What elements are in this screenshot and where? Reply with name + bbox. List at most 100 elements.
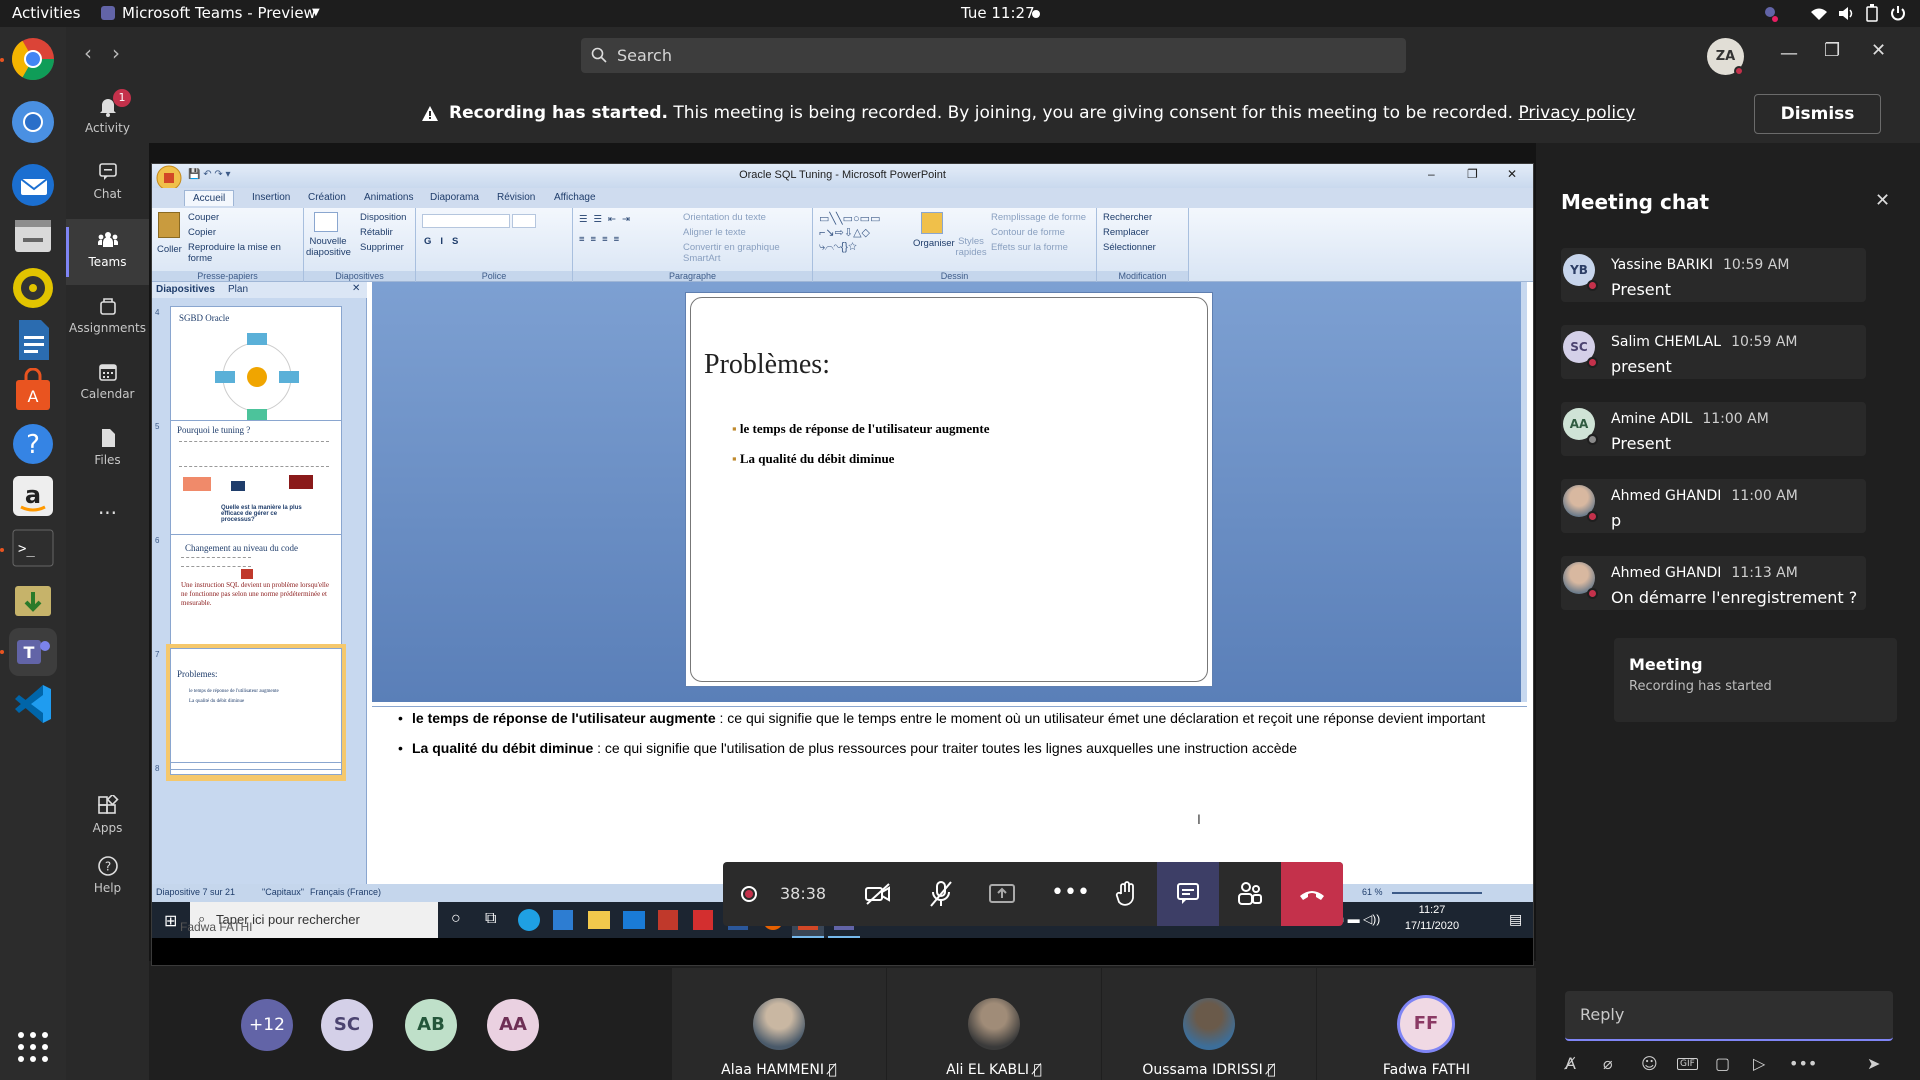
cut-button[interactable]: Couper <box>188 212 219 223</box>
zoom-level[interactable]: 61 % <box>1362 887 1383 897</box>
reset-button[interactable]: Rétablir <box>360 227 393 238</box>
scrollbar[interactable] <box>1521 282 1527 702</box>
minimize-icon[interactable]: — <box>1780 43 1798 64</box>
participants-button[interactable] <box>1219 862 1281 926</box>
libreoffice-writer-icon[interactable] <box>9 316 57 364</box>
meet-now-icon[interactable]: ▷ <box>1753 1054 1765 1073</box>
chat-message[interactable]: SC Salim CHEMLAL 10:59 AM present <box>1561 325 1866 379</box>
share-button[interactable] <box>971 862 1033 926</box>
tab-revision[interactable]: Révision <box>497 192 535 203</box>
rail-item-files[interactable]: Files <box>66 417 149 483</box>
restore-icon[interactable]: ❐ <box>1467 167 1478 181</box>
task-view-icon[interactable]: ⧉ <box>485 910 496 928</box>
archive-icon[interactable] <box>9 576 57 624</box>
format-painter-button[interactable]: Reproduire la mise en forme <box>188 242 303 264</box>
arrange-button[interactable]: Organiser <box>913 238 955 249</box>
rail-item-chat[interactable]: Chat <box>66 151 149 217</box>
chromium-icon[interactable] <box>9 98 57 146</box>
notes-pane[interactable]: • le temps de réponse de l'utilisateur a… <box>372 706 1527 884</box>
attach-icon[interactable]: ⌀ <box>1603 1054 1613 1073</box>
new-slide-button[interactable]: Nouvelle diapositive <box>306 236 351 258</box>
shape-outline-button[interactable]: Contour de forme <box>991 227 1065 238</box>
format-icon[interactable]: A̸ <box>1565 1054 1576 1073</box>
text-direction-button[interactable]: Orientation du texte <box>683 212 766 223</box>
tab-animations[interactable]: Animations <box>364 192 413 203</box>
action-center-icon[interactable]: ▤ <box>1509 911 1522 928</box>
chrome-icon[interactable] <box>9 35 57 83</box>
layout-button[interactable]: Disposition <box>360 212 406 223</box>
status-language[interactable]: Français (France) <box>310 887 381 897</box>
select-button[interactable]: Sélectionner <box>1103 242 1156 253</box>
vscode-icon[interactable] <box>9 680 57 728</box>
wifi-icon[interactable] <box>1810 6 1828 21</box>
sticker-icon[interactable]: ▢ <box>1715 1054 1730 1073</box>
files-manager-icon[interactable] <box>9 212 57 260</box>
more-actions-button[interactable]: ••• <box>1033 862 1095 926</box>
power-icon[interactable] <box>1890 5 1906 21</box>
teams-tray-icon[interactable] <box>1760 5 1780 23</box>
shapes-gallery[interactable]: ▭╲╲▭○▭▭ ⌐↘⇨⇩△◇ ⤷⌒∿{}☆ <box>819 212 909 254</box>
overflow-participants[interactable]: +12 <box>241 999 293 1051</box>
microphone-button[interactable] <box>909 862 971 926</box>
participant-tile[interactable]: Alaa HAMMENI 🎙̸ <box>672 968 886 1080</box>
tab-slides[interactable]: Diapositives <box>156 284 215 295</box>
font-name-select[interactable] <box>422 214 510 228</box>
hang-up-button[interactable] <box>1281 862 1343 926</box>
participant-avatar[interactable]: AA <box>487 999 539 1051</box>
close-chat-icon[interactable]: ✕ <box>1875 190 1890 211</box>
font-size-select[interactable] <box>512 214 536 228</box>
shape-fill-button[interactable]: Remplissage de forme <box>991 212 1086 223</box>
cortana-icon[interactable]: ○ <box>451 910 461 928</box>
store-icon[interactable] <box>553 910 573 930</box>
rhythmbox-icon[interactable] <box>9 264 57 312</box>
forward-icon[interactable]: › <box>112 41 120 65</box>
tab-accueil[interactable]: Accueil <box>184 190 235 206</box>
minimize-icon[interactable]: – <box>1428 167 1435 181</box>
slide-body[interactable]: ▪ le temps de réponse de l'utilisateur a… <box>732 421 990 467</box>
emoji-icon[interactable]: ☺ <box>1641 1054 1658 1073</box>
delete-button[interactable]: Supprimer <box>360 242 404 253</box>
slide-thumb-6[interactable]: Changement au niveau du code Une instruc… <box>170 534 342 661</box>
volume-icon[interactable] <box>1838 6 1856 21</box>
rail-item-assignments[interactable]: Assignments <box>66 285 149 351</box>
participant-tile-self[interactable]: FF Fadwa FATHI <box>1317 968 1536 1080</box>
zoom-slider[interactable] <box>1392 892 1482 894</box>
align-text-button[interactable]: Aligner le texte <box>683 227 746 238</box>
paste-button[interactable]: Coller <box>157 244 182 255</box>
tab-outline[interactable]: Plan <box>228 284 248 295</box>
tab-creation[interactable]: Création <box>308 192 346 203</box>
rail-item-teams[interactable]: Teams <box>66 219 149 285</box>
participant-avatar[interactable]: AB <box>405 999 457 1051</box>
restore-icon[interactable]: ❐ <box>1824 40 1840 61</box>
chat-message[interactable]: AG Ahmed GHANDI11:00 AM p <box>1561 479 1866 533</box>
current-slide[interactable]: Problèmes: ▪ le temps de réponse de l'ut… <box>685 292 1213 687</box>
app-icon[interactable] <box>658 910 678 930</box>
ubuntu-software-icon[interactable]: A <box>9 367 57 416</box>
tab-insertion[interactable]: Insertion <box>252 192 290 203</box>
find-button[interactable]: Rechercher <box>1103 212 1152 223</box>
send-icon[interactable]: ➤ <box>1867 1054 1880 1073</box>
participant-tile[interactable]: Ali EL KABLI 🎙̸ <box>887 968 1101 1080</box>
chat-message[interactable]: AA Amine ADIL 11:00 AM Present <box>1561 402 1866 456</box>
rail-item-help[interactable]: ? Help <box>66 845 149 911</box>
teams-icon[interactable]: T <box>9 628 57 676</box>
tab-diaporama[interactable]: Diaporama <box>430 192 479 203</box>
acrobat-icon[interactable] <box>693 910 713 930</box>
camera-button[interactable] <box>847 862 909 926</box>
help-icon[interactable]: ? <box>9 420 57 468</box>
chat-toggle-button[interactable] <box>1157 862 1219 926</box>
shape-effects-button[interactable]: Effets sur la forme <box>991 242 1068 253</box>
thunderbird-icon[interactable] <box>9 161 57 209</box>
back-icon[interactable]: ‹ <box>84 41 92 65</box>
participant-avatar[interactable]: SC <box>321 999 373 1051</box>
activities-button[interactable]: Activities <box>12 4 80 22</box>
show-applications-icon[interactable] <box>15 1029 51 1065</box>
align-buttons[interactable]: ≡≡≡≡ <box>579 234 625 245</box>
privacy-policy-link[interactable]: Privacy policy <box>1518 103 1635 123</box>
reply-input[interactable]: Reply <box>1565 991 1893 1041</box>
gif-icon[interactable]: GIF <box>1677 1058 1698 1070</box>
chat-message[interactable]: AG Ahmed GHANDI11:13 AM On démarre l'enr… <box>1561 556 1866 610</box>
edge-icon[interactable] <box>518 909 540 931</box>
windows-date[interactable]: 17/11/2020 <box>1394 920 1470 932</box>
close-pane-icon[interactable]: ✕ <box>352 283 360 294</box>
